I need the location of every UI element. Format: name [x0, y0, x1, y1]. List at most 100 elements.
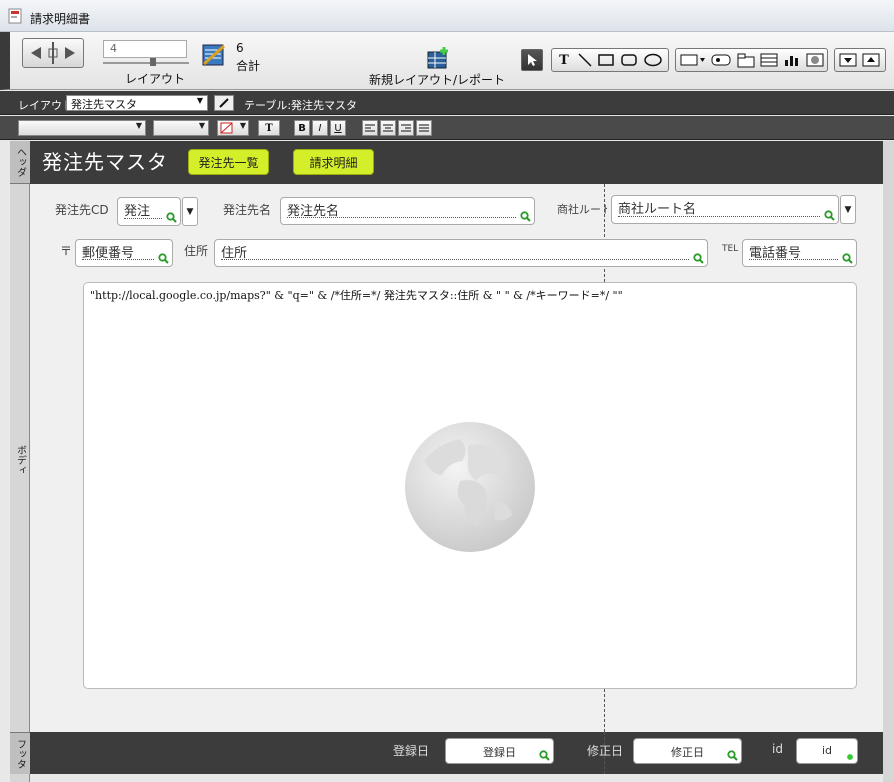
line-icon: [578, 53, 592, 67]
part-label-button[interactable]: [861, 52, 881, 68]
oval-icon: [644, 53, 662, 67]
status-dot-icon: [847, 754, 853, 760]
line-tool-button[interactable]: [574, 49, 596, 71]
align-center-icon: [383, 124, 393, 131]
chevron-down-icon: ▼: [135, 121, 142, 130]
button-tool-icon: [711, 54, 731, 66]
chevron-down-icon: ▼: [239, 121, 246, 130]
insert-part-icon: [839, 53, 857, 67]
chart-tool-button[interactable]: [782, 52, 802, 68]
record-slider[interactable]: [103, 62, 189, 64]
italic-button[interactable]: I: [312, 120, 328, 136]
route-label: 商社ルート: [557, 203, 607, 216]
chevron-down-icon: ▼: [844, 204, 852, 215]
underline-button[interactable]: U: [330, 120, 346, 136]
order-cd-field[interactable]: 発注: [117, 197, 181, 226]
magnifier-icon: [842, 253, 853, 264]
order-cd-label: 発注先CD: [55, 203, 109, 217]
total-label: 合計: [236, 59, 261, 73]
record-number-input[interactable]: 4: [103, 40, 187, 58]
modified-date-field[interactable]: 修正日: [633, 738, 742, 764]
body-part-tab[interactable]: ボディ: [10, 430, 30, 490]
tel-label: TEL: [722, 244, 739, 254]
modified-date-label: 修正日: [587, 744, 624, 758]
tab-control-tool-button[interactable]: [736, 52, 756, 68]
web-viewer-tool-button[interactable]: [805, 52, 825, 68]
total-count: 6: [236, 41, 244, 55]
book-nav-icon: [31, 42, 75, 64]
table-label: テーブル:発注先マスタ: [244, 99, 358, 112]
zip-field[interactable]: 郵便番号: [75, 239, 173, 267]
bold-button[interactable]: B: [294, 120, 310, 136]
footer-part-label: フッタ: [14, 738, 26, 769]
order-cd-dropdown-button[interactable]: ▼: [182, 197, 198, 226]
align-right-button[interactable]: [398, 120, 414, 136]
rounded-rect-tool-button[interactable]: [618, 49, 640, 71]
rectangle-tool-button[interactable]: [595, 49, 617, 71]
chart-icon: [785, 56, 798, 66]
magnifier-icon: [693, 253, 704, 264]
header-part-tab[interactable]: ヘッダ: [10, 141, 30, 184]
pencil-icon: [219, 98, 229, 108]
filemaker-app-icon: [8, 8, 22, 24]
part-label-icon: [862, 53, 880, 67]
new-layout-icon[interactable]: [426, 46, 452, 70]
new-layout-report-label[interactable]: 新規レイアウト/レポート: [369, 71, 505, 88]
order-cd-value: 発注: [124, 204, 151, 219]
id-value: id: [821, 744, 833, 757]
address-field[interactable]: 住所: [214, 239, 708, 267]
window-titlebar: 請求明細書: [0, 0, 894, 32]
align-right-icon: [401, 124, 411, 131]
tel-field[interactable]: 電話番号: [742, 239, 857, 267]
rounded-rect-icon: [621, 54, 637, 66]
pointer-tool-button[interactable]: [521, 49, 543, 71]
id-field[interactable]: id: [796, 738, 858, 764]
layout-label: レイアウト: [125, 72, 186, 86]
order-name-label: 発注先名: [223, 203, 272, 217]
zip-label: 〒: [60, 244, 73, 258]
align-left-icon: [365, 124, 375, 131]
web-viewer-icon: [806, 53, 824, 67]
chevron-down-icon: ▼: [198, 121, 205, 130]
body-part-label: ボディ: [14, 445, 26, 475]
oval-tool-button[interactable]: [642, 49, 664, 71]
magnifier-icon: [520, 211, 531, 222]
portal-tool-button[interactable]: [759, 52, 779, 68]
align-center-button[interactable]: [380, 120, 396, 136]
text-format-button[interactable]: T: [258, 120, 280, 136]
layout-select-value: 発注先マスタ: [71, 98, 137, 111]
web-viewer-formula: "http://local.google.co.jp/maps?" & "q="…: [90, 289, 623, 302]
magnifier-icon: [539, 750, 550, 761]
created-date-field[interactable]: 登録日: [445, 738, 554, 764]
route-field[interactable]: 商社ルート名: [611, 195, 839, 224]
portal-icon: [760, 53, 778, 67]
page-title: 発注先マスタ: [42, 150, 168, 174]
supplier-list-button[interactable]: 発注先一覧: [188, 149, 269, 175]
footer-part-tab[interactable]: フッタ: [10, 732, 30, 774]
record-book-navigator[interactable]: [22, 38, 84, 68]
tab-control-icon: [737, 53, 755, 68]
font-size-select[interactable]: ▼: [153, 120, 209, 136]
text-tool-button[interactable]: T: [553, 49, 575, 71]
button-tool-button[interactable]: [710, 52, 732, 68]
align-justify-icon: [419, 124, 429, 131]
route-dropdown-button[interactable]: ▼: [840, 195, 856, 224]
field-tool-icon: [680, 54, 705, 66]
field-tool-button[interactable]: [680, 54, 706, 66]
created-date-value: 登録日: [483, 746, 516, 759]
layout-select[interactable]: 発注先マスタ ▼: [66, 95, 208, 111]
align-left-button[interactable]: [362, 120, 378, 136]
created-date-label: 登録日: [393, 744, 430, 758]
invoice-detail-button[interactable]: 請求明細: [293, 149, 374, 175]
chevron-down-icon: ▼: [196, 96, 203, 105]
record-slider-knob[interactable]: [150, 58, 156, 66]
header-part-label: ヘッダ: [14, 147, 26, 177]
order-name-field[interactable]: 発注先名: [280, 197, 535, 225]
insert-part-button[interactable]: [838, 52, 858, 68]
edit-layout-pencil-button[interactable]: [214, 95, 234, 111]
align-justify-button[interactable]: [416, 120, 432, 136]
text-color-select[interactable]: ▼: [217, 120, 249, 136]
magnifier-icon: [824, 210, 835, 221]
font-family-select[interactable]: ▼: [18, 120, 146, 136]
magnifier-icon: [727, 750, 738, 761]
